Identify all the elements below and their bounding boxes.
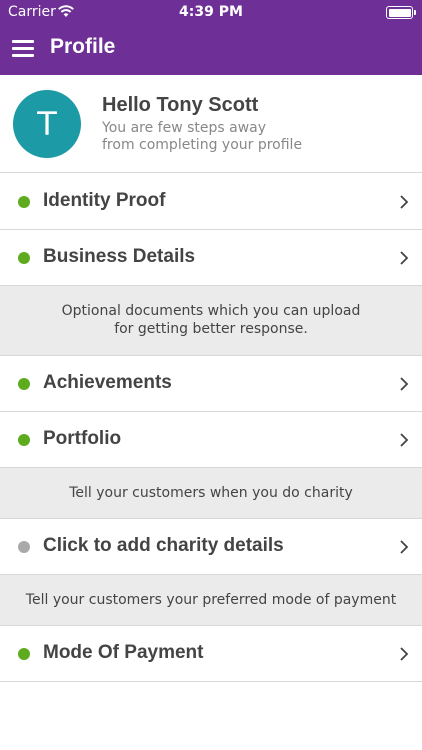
- list-item-charity-details[interactable]: Click to add charity details: [0, 519, 422, 575]
- note-line: Tell your customers your preferred mode …: [25, 592, 397, 608]
- optional-documents-note: Optional documents which you can upload …: [0, 286, 422, 356]
- battery-icon: [386, 6, 416, 19]
- status-dot-icon: [18, 648, 30, 660]
- status-dot-icon: [18, 434, 30, 446]
- list-item-achievements[interactable]: Achievements: [0, 356, 422, 412]
- payment-note: Tell your customers your preferred mode …: [0, 575, 422, 626]
- list-item-label: Business Details: [43, 246, 196, 267]
- list-item-label: Identity Proof: [43, 190, 166, 211]
- status-dot-icon: [18, 196, 30, 208]
- status-dot-icon: [18, 541, 30, 553]
- status-dot-icon: [18, 378, 30, 390]
- profile-subtitle-line2: from completing your profile: [102, 137, 303, 153]
- charity-note: Tell your customers when you do charity: [0, 468, 422, 519]
- note-line: for getting better response.: [114, 321, 308, 337]
- list-item-identity-proof[interactable]: Identity Proof: [0, 174, 422, 230]
- profile-subtitle-line1: You are few steps away: [102, 120, 267, 136]
- list-item-business-details[interactable]: Business Details: [0, 230, 422, 286]
- list-item-mode-of-payment[interactable]: Mode Of Payment: [0, 626, 422, 682]
- profile-header: T Hello Tony Scott You are few steps awa…: [0, 75, 422, 173]
- chevron-right-icon: [400, 195, 409, 209]
- page-title: Profile: [50, 35, 116, 58]
- chevron-right-icon: [400, 433, 409, 447]
- note-line: Optional documents which you can upload: [61, 303, 361, 319]
- avatar[interactable]: T: [13, 90, 81, 158]
- chevron-right-icon: [400, 377, 409, 391]
- nav-bar: Profile: [0, 24, 422, 75]
- list-item-label: Mode Of Payment: [43, 642, 204, 663]
- status-bar: Carrier 4:39 PM: [0, 0, 422, 24]
- hamburger-menu-icon[interactable]: [12, 40, 34, 57]
- list-item-label: Achievements: [43, 372, 172, 393]
- chevron-right-icon: [400, 647, 409, 661]
- status-dot-icon: [18, 252, 30, 264]
- chevron-right-icon: [400, 540, 409, 554]
- list-item-label: Click to add charity details: [43, 535, 284, 556]
- status-time: 4:39 PM: [179, 4, 243, 20]
- list-item-portfolio[interactable]: Portfolio: [0, 412, 422, 468]
- chevron-right-icon: [400, 251, 409, 265]
- list-item-label: Portfolio: [43, 428, 122, 449]
- greeting-text: Hello Tony Scott: [102, 94, 259, 116]
- profile-subtitle: You are few steps away from completing y…: [102, 120, 302, 154]
- note-line: Tell your customers when you do charity: [69, 485, 353, 501]
